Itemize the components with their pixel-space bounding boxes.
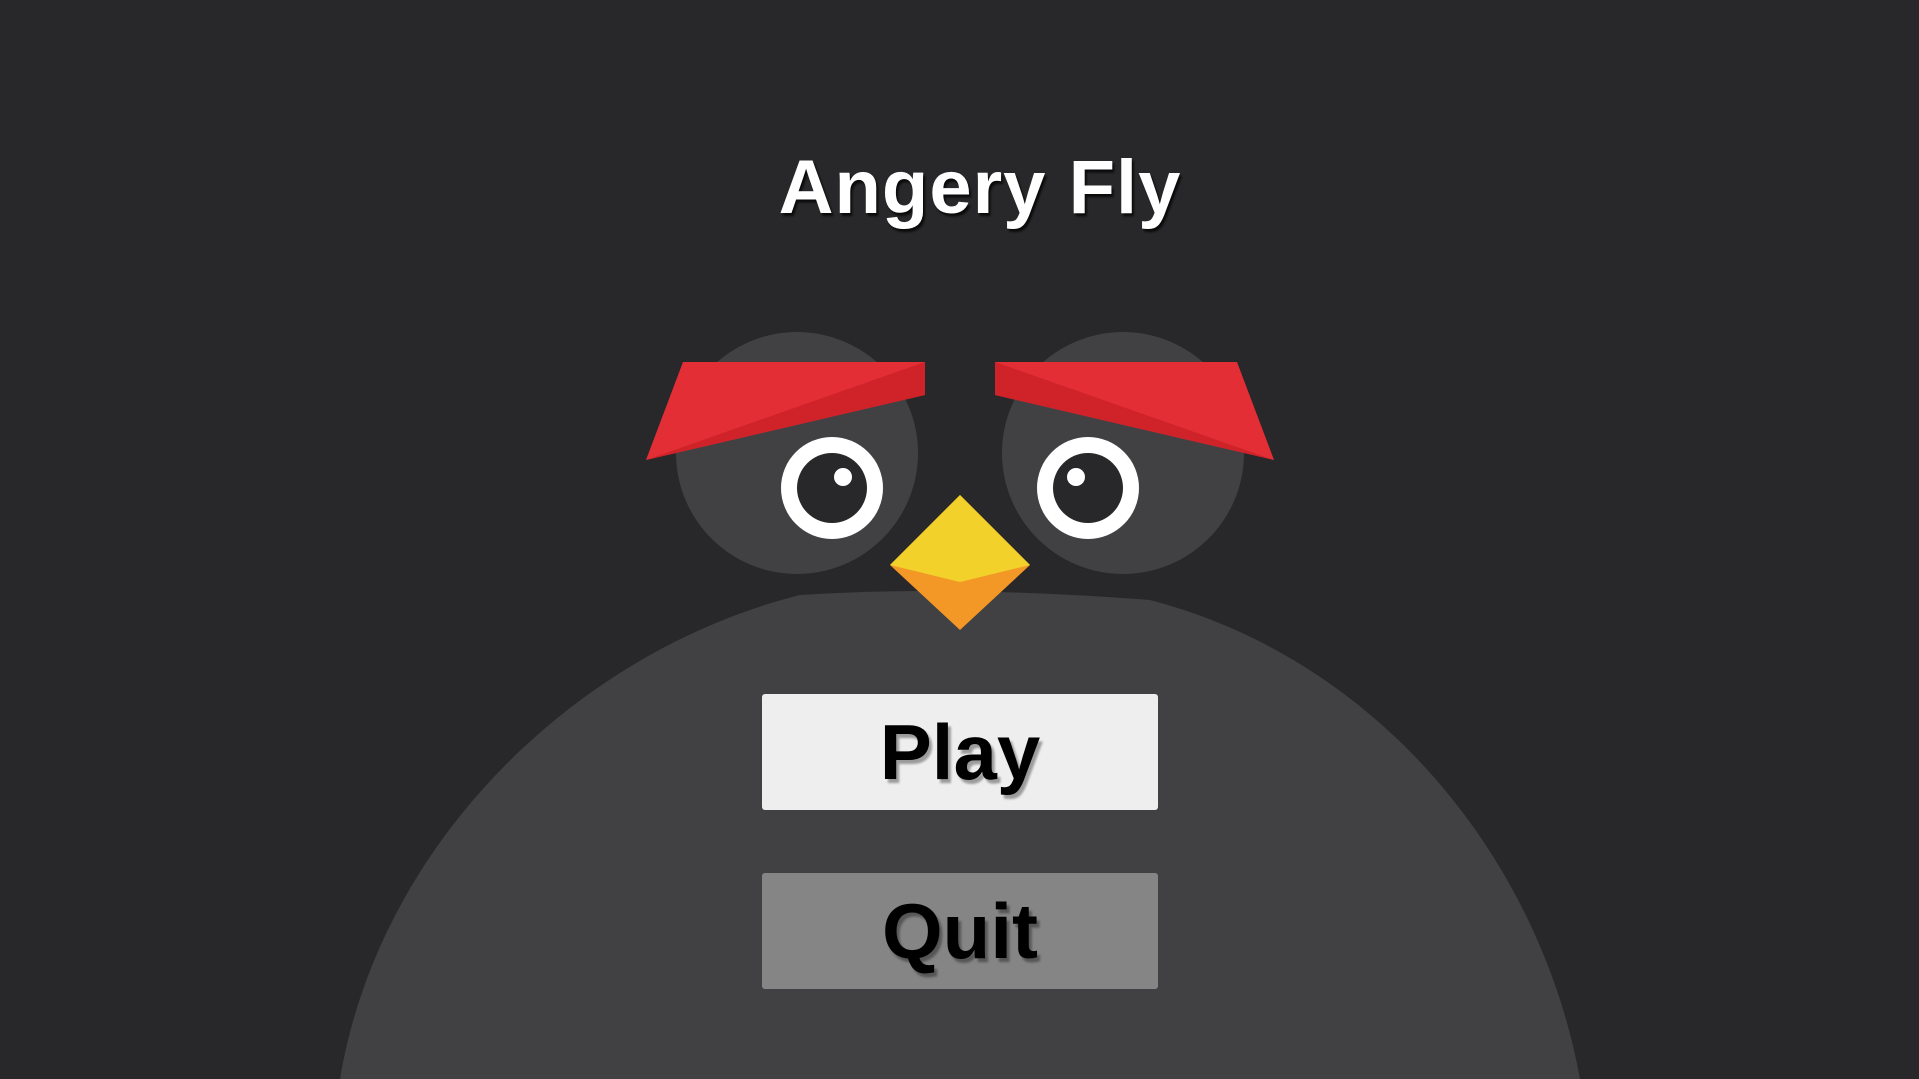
quit-button-label: Quit [882, 886, 1038, 975]
quit-button[interactable]: Quit [762, 873, 1158, 989]
bird-body [340, 591, 1580, 1079]
play-button[interactable]: Play [762, 694, 1158, 810]
right-eye [1037, 437, 1139, 539]
main-menu-screen: Angery Fly Play Quit [0, 0, 1919, 1079]
left-eye [781, 437, 883, 539]
play-button-label: Play [879, 707, 1041, 796]
game-title: Angery Fly [778, 145, 1182, 230]
